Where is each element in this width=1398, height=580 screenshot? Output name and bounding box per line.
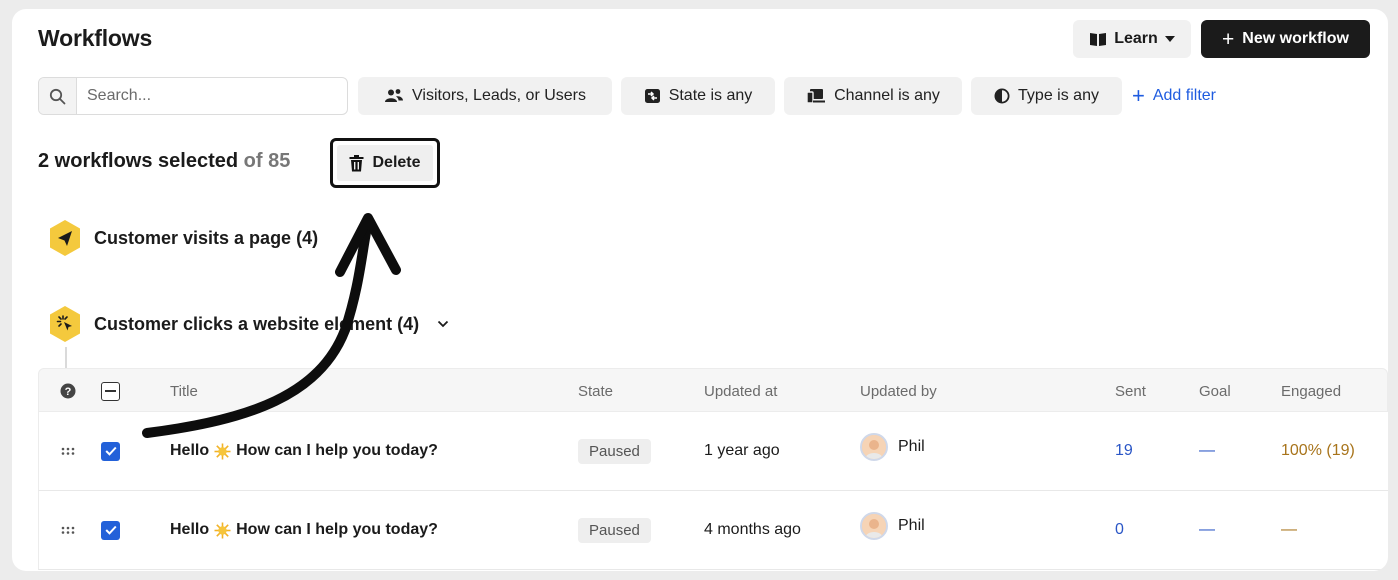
click-cursor-icon: [48, 305, 82, 343]
toggle-state-icon: [644, 89, 660, 103]
channel-devices-icon: [806, 89, 826, 104]
title-prefix: Hello: [170, 442, 210, 459]
updated-by-name: Phil: [898, 438, 925, 455]
row-goal[interactable]: —: [1199, 491, 1215, 569]
avatar: [860, 433, 888, 461]
status-badge: Paused: [578, 438, 651, 464]
trash-icon: [349, 154, 364, 171]
row-engaged[interactable]: —: [1281, 491, 1297, 569]
status-badge: Paused: [578, 517, 651, 543]
column-sent[interactable]: Sent: [1115, 369, 1146, 413]
table-header: ? Title State Updated at Updated by Sent…: [38, 368, 1388, 412]
title-suffix: How can I help you today?: [236, 521, 438, 538]
book-icon: [1090, 33, 1107, 46]
checkmark-icon: [101, 441, 120, 461]
learn-label: Learn: [1114, 30, 1158, 47]
row-engaged[interactable]: 100% (19): [1281, 412, 1355, 490]
group-label: Customer clicks a website element (4): [94, 313, 420, 334]
checkmark-icon: [101, 520, 120, 540]
row-updated-at: 1 year ago: [704, 442, 780, 459]
table-row[interactable]: Hello How can I help you today? Paused 4…: [38, 491, 1388, 570]
drag-handle-icon[interactable]: [61, 412, 75, 490]
row-title[interactable]: Hello How can I help you today?: [170, 491, 438, 569]
channel-filter-label: Channel is any: [834, 87, 940, 104]
table-row[interactable]: Hello How can I help you today? Paused 1…: [38, 412, 1388, 491]
column-updated-by[interactable]: Updated by: [860, 369, 937, 413]
column-title[interactable]: Title: [170, 369, 198, 413]
add-filter-label: Add filter: [1152, 87, 1216, 104]
indeterminate-icon: [101, 381, 120, 401]
search-box[interactable]: [38, 77, 348, 115]
row-title[interactable]: Hello How can I help you today?: [170, 412, 438, 490]
row-sent[interactable]: 19: [1115, 412, 1133, 490]
row-checkbox[interactable]: [101, 491, 120, 569]
row-checkbox[interactable]: [101, 412, 120, 490]
sun-emoji-icon: [214, 443, 231, 459]
search-icon: [39, 78, 77, 114]
row-updated-by: Phil: [860, 487, 925, 565]
row-updated-by: Phil: [860, 408, 925, 486]
row-state: Paused: [578, 412, 651, 490]
select-all-checkbox[interactable]: [101, 369, 120, 413]
group-customer-visits-page[interactable]: Customer visits a page (4): [48, 219, 318, 257]
chevron-down-icon[interactable]: [437, 320, 449, 328]
search-input[interactable]: [77, 87, 327, 105]
delete-button[interactable]: Delete: [330, 138, 440, 188]
title-suffix: How can I help you today?: [236, 442, 438, 459]
row-state: Paused: [578, 491, 651, 569]
new-workflow-label: New workflow: [1242, 30, 1349, 47]
people-icon: [385, 89, 403, 102]
state-filter[interactable]: State is any: [621, 77, 775, 115]
channel-filter[interactable]: Channel is any: [784, 77, 962, 115]
type-filter[interactable]: Type is any: [971, 77, 1122, 115]
updated-by-name: Phil: [898, 517, 925, 534]
delete-label: Delete: [372, 154, 421, 171]
help-icon[interactable]: ?: [60, 369, 76, 413]
type-filter-label: Type is any: [1018, 87, 1099, 104]
svg-text:?: ?: [65, 386, 72, 398]
selection-summary: 2 workflows selected of 85: [38, 150, 290, 173]
learn-button[interactable]: Learn: [1073, 20, 1191, 58]
add-filter-plus-icon: +: [1132, 83, 1145, 108]
group-customer-clicks-element[interactable]: Customer clicks a website element (4): [48, 305, 449, 343]
caret-down-icon: [1164, 36, 1175, 42]
column-state[interactable]: State: [578, 369, 613, 413]
add-filter-button[interactable]: + Add filter: [1132, 77, 1216, 115]
state-filter-label: State is any: [668, 87, 753, 104]
selected-count: 2 workflows selected: [38, 150, 239, 172]
paper-plane-icon: [48, 219, 82, 257]
half-circle-icon: [994, 88, 1010, 104]
total-count: of 85: [243, 150, 291, 172]
avatar: [860, 512, 888, 540]
audience-filter-label: Visitors, Leads, or Users: [412, 87, 586, 104]
row-goal[interactable]: —: [1199, 412, 1215, 490]
drag-handle-icon[interactable]: [61, 491, 75, 569]
column-engaged[interactable]: Engaged: [1281, 369, 1341, 413]
workflows-page: Workflows Learn + New workflow Visitors,…: [12, 9, 1388, 571]
group-label: Customer visits a page (4): [94, 227, 319, 248]
new-workflow-button[interactable]: + New workflow: [1201, 20, 1370, 58]
plus-icon: +: [1222, 27, 1235, 51]
sun-emoji-icon: [214, 522, 231, 538]
workflows-table: ? Title State Updated at Updated by Sent…: [38, 368, 1388, 570]
column-goal[interactable]: Goal: [1199, 369, 1231, 413]
audience-filter[interactable]: Visitors, Leads, or Users: [358, 77, 612, 115]
page-title: Workflows: [38, 25, 153, 51]
title-prefix: Hello: [170, 521, 210, 538]
row-updated-at: 4 months ago: [704, 521, 801, 538]
row-sent[interactable]: 0: [1115, 491, 1124, 569]
column-updated-at[interactable]: Updated at: [704, 369, 777, 413]
